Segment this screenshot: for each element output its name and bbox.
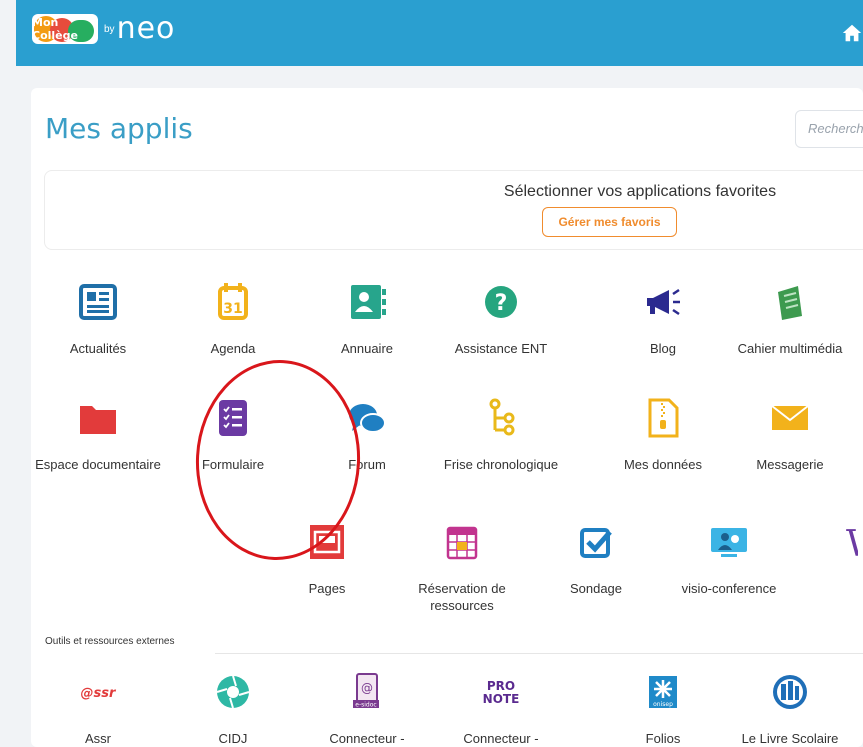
app-label: Connecteur - bbox=[463, 731, 539, 746]
cidj-logo-icon bbox=[216, 675, 250, 709]
app-annuaire[interactable]: Annuaire bbox=[302, 280, 432, 357]
brand-logo[interactable]: Mon Collège by neo bbox=[32, 14, 175, 44]
assr-logo-icon: @ssr bbox=[81, 686, 117, 701]
contact-card-icon bbox=[351, 285, 386, 319]
external-assr[interactable]: @ssr Assr bbox=[33, 670, 163, 747]
logo-text: Mon Collège bbox=[32, 16, 78, 42]
external-livre-scolaire[interactable]: Le Livre Scolaire bbox=[725, 670, 855, 747]
app-label: Actualités bbox=[69, 341, 127, 356]
wiki-icon: W bbox=[846, 524, 858, 564]
app-label: Agenda bbox=[210, 341, 256, 356]
section-divider bbox=[215, 653, 863, 654]
folder-icon bbox=[80, 406, 116, 434]
home-icon[interactable] bbox=[841, 22, 863, 44]
livre-scolaire-logo-icon bbox=[773, 675, 807, 709]
app-label: Mes données bbox=[623, 457, 703, 472]
app-agenda[interactable]: 31 Agenda bbox=[168, 280, 298, 357]
svg-text:PRO: PRO bbox=[487, 679, 515, 693]
checkbox-icon bbox=[580, 528, 612, 558]
app-label: Annuaire bbox=[340, 341, 394, 356]
app-label: Assr bbox=[85, 731, 111, 746]
svg-text:31: 31 bbox=[223, 301, 242, 317]
app-label: Connecteur - bbox=[329, 731, 405, 746]
video-conference-icon bbox=[711, 528, 747, 557]
app-reservation-ressources[interactable]: Réservation de ressources bbox=[397, 520, 527, 614]
notebook-icon bbox=[778, 286, 802, 320]
newspaper-icon bbox=[79, 284, 117, 320]
app-mes-donnees[interactable]: Mes données bbox=[598, 396, 728, 473]
svg-text:@ssr: @ssr bbox=[81, 686, 117, 701]
app-label: Le Livre Scolaire bbox=[741, 731, 839, 746]
app-label: Pages bbox=[308, 581, 346, 596]
external-connecteur-esidoc[interactable]: @ e-sidoc Connecteur - bbox=[302, 670, 432, 747]
app-label: Folios bbox=[645, 731, 681, 746]
calendar-icon: 31 bbox=[218, 283, 248, 320]
favorites-box: Sélectionner vos applications favorites … bbox=[44, 170, 863, 250]
app-label: Frise chronologique bbox=[443, 457, 559, 472]
calendar-grid-icon bbox=[446, 526, 478, 560]
logo-by: by bbox=[104, 23, 115, 35]
page-title: Mes applis bbox=[45, 112, 193, 145]
external-section-label: Outils et ressources externes bbox=[45, 636, 175, 647]
app-label: Espace documentaire bbox=[35, 457, 161, 472]
manage-favorites-button[interactable]: Gérer mes favoris bbox=[542, 207, 677, 237]
zip-file-icon bbox=[648, 398, 679, 438]
external-folios[interactable]: onisep Folios bbox=[598, 670, 728, 747]
app-cahier-multimedia[interactable]: Cahier multimédia bbox=[725, 280, 855, 357]
top-navigation-bar: Mon Collège by neo bbox=[16, 0, 863, 66]
app-sondage[interactable]: Sondage bbox=[531, 520, 661, 597]
app-label: Réservation de ressources bbox=[418, 581, 506, 613]
app-espace-documentaire[interactable]: Espace documentaire bbox=[33, 396, 163, 473]
app-label: Messagerie bbox=[756, 457, 824, 472]
favorites-title: Sélectionner vos applications favorites bbox=[503, 183, 777, 200]
external-cidj[interactable]: CIDJ bbox=[168, 670, 298, 747]
app-blog[interactable]: Blog bbox=[598, 280, 728, 357]
svg-text:e-sidoc: e-sidoc bbox=[355, 702, 376, 709]
app-label: Blog bbox=[649, 341, 677, 356]
esidoc-logo-icon: @ e-sidoc bbox=[353, 673, 379, 709]
svg-text:@: @ bbox=[361, 681, 373, 695]
app-actualites[interactable]: Actualités bbox=[33, 280, 163, 357]
megaphone-icon bbox=[647, 288, 680, 316]
app-label: Sondage bbox=[569, 581, 623, 596]
external-connecteur-pronote[interactable]: PRO NOTE Connecteur - bbox=[436, 670, 566, 747]
apps-panel: Mes applis Recherch Sélectionner vos app… bbox=[31, 88, 863, 747]
help-icon: ? bbox=[485, 286, 517, 318]
app-label: Cahier multimédia bbox=[737, 341, 843, 356]
onisep-logo-icon: onisep bbox=[649, 676, 677, 708]
app-assistance-ent[interactable]: ? Assistance ENT bbox=[436, 280, 566, 357]
pronote-logo-icon: PRO NOTE bbox=[483, 679, 520, 706]
svg-text:NOTE: NOTE bbox=[483, 692, 520, 706]
search-input[interactable]: Recherch bbox=[795, 110, 863, 148]
mon-college-logo-icon: Mon Collège bbox=[32, 14, 98, 44]
timeline-icon bbox=[489, 398, 515, 436]
app-label: Assistance ENT bbox=[454, 341, 548, 356]
svg-text:onisep: onisep bbox=[653, 701, 673, 708]
logo-neo: neo bbox=[116, 11, 176, 46]
app-label: CIDJ bbox=[218, 731, 248, 746]
app-frise-chronologique[interactable]: Frise chronologique bbox=[436, 396, 566, 473]
envelope-icon bbox=[771, 405, 809, 430]
svg-text:?: ? bbox=[495, 291, 508, 316]
svg-text:W: W bbox=[846, 524, 858, 564]
app-messagerie[interactable]: Messagerie bbox=[725, 396, 855, 473]
app-label: W bbox=[771, 580, 863, 597]
app-wiki[interactable]: W W bbox=[771, 520, 863, 597]
